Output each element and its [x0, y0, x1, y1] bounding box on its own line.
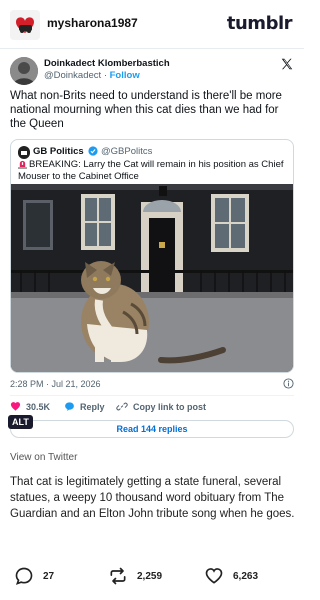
post-like-count: 6,263 — [233, 570, 259, 582]
blog-avatar[interactable] — [10, 10, 40, 40]
heart-icon — [10, 402, 21, 411]
author-avatar-image — [10, 57, 38, 85]
heart-outline-icon — [205, 568, 223, 584]
comment-count: 27 — [43, 570, 55, 582]
follow-button[interactable]: Follow — [110, 70, 140, 81]
tumblr-post-header: mysharona1987 tumblr — [0, 0, 304, 48]
gb-politics-avatar[interactable] — [18, 146, 30, 159]
link-icon — [116, 402, 128, 411]
reply-action[interactable]: Reply — [64, 401, 105, 412]
comments-action[interactable]: 27 — [14, 566, 54, 586]
handle-separator: · — [103, 70, 107, 81]
blog-username[interactable]: mysharona1987 — [47, 16, 138, 30]
tweet-author-handle-row: @Doinkadect · Follow — [44, 70, 140, 81]
post-footer: 27 2,259 6,263 — [0, 560, 304, 592]
embedded-tweet: Doinkadect Klomberbastich @Doinkadect · … — [0, 48, 304, 443]
quoted-tweet-text: BREAKING: Larry the Cat will remain in h… — [18, 159, 284, 182]
quoted-author-handle[interactable]: @GBPolitcs — [101, 146, 152, 157]
tweet-text: What non-Brits need to understand is the… — [10, 90, 282, 130]
quoted-author-name[interactable]: GB Politics — [33, 146, 84, 157]
larry-the-cat-photo[interactable] — [11, 184, 294, 373]
x-logo-icon[interactable] — [280, 57, 294, 71]
tweet-author-avatar[interactable] — [10, 57, 38, 85]
read-replies-button[interactable]: Read 144 replies — [10, 420, 294, 438]
like-count: 30.5K — [26, 401, 51, 412]
view-on-twitter-link[interactable]: View on Twitter — [10, 452, 77, 463]
reblog-action[interactable]: 2,259 — [108, 566, 162, 586]
alt-text-badge[interactable]: ALT — [8, 415, 33, 429]
tweet-divider — [10, 395, 294, 396]
tumblr-logo[interactable]: tumblr — [227, 13, 293, 34]
reblog-icon — [110, 567, 126, 585]
comment-bubble-icon — [15, 567, 33, 585]
like-action[interactable]: 30.5K — [10, 401, 50, 412]
verified-badge-icon — [88, 146, 98, 156]
copy-link-action[interactable]: Copy link to post — [116, 401, 206, 412]
reply-bubble-icon — [65, 402, 74, 411]
blog-avatar-image — [10, 10, 40, 40]
tweet-author-name[interactable]: Doinkadect Klomberbastich — [44, 58, 170, 69]
info-icon[interactable] — [283, 378, 294, 389]
like-post-action[interactable]: 6,263 — [204, 566, 258, 586]
tweet-author-handle[interactable]: @Doinkadect — [44, 70, 101, 81]
reblog-count: 2,259 — [137, 570, 163, 582]
post-body-text: That cat is legitimately getting a state… — [10, 476, 295, 520]
tweet-timestamp[interactable]: 2:28 PM · Jul 21, 2026 — [10, 379, 101, 389]
quoted-tweet[interactable]: GB Politics @GBPolitcs BREAKING: Larry t… — [10, 139, 294, 373]
tweet-actions: 30.5K Reply Copy link to post — [10, 401, 294, 415]
reply-label: Reply — [80, 401, 105, 412]
copy-link-label: Copy link to post — [133, 401, 206, 412]
gb-politics-logo-icon — [18, 147, 30, 159]
